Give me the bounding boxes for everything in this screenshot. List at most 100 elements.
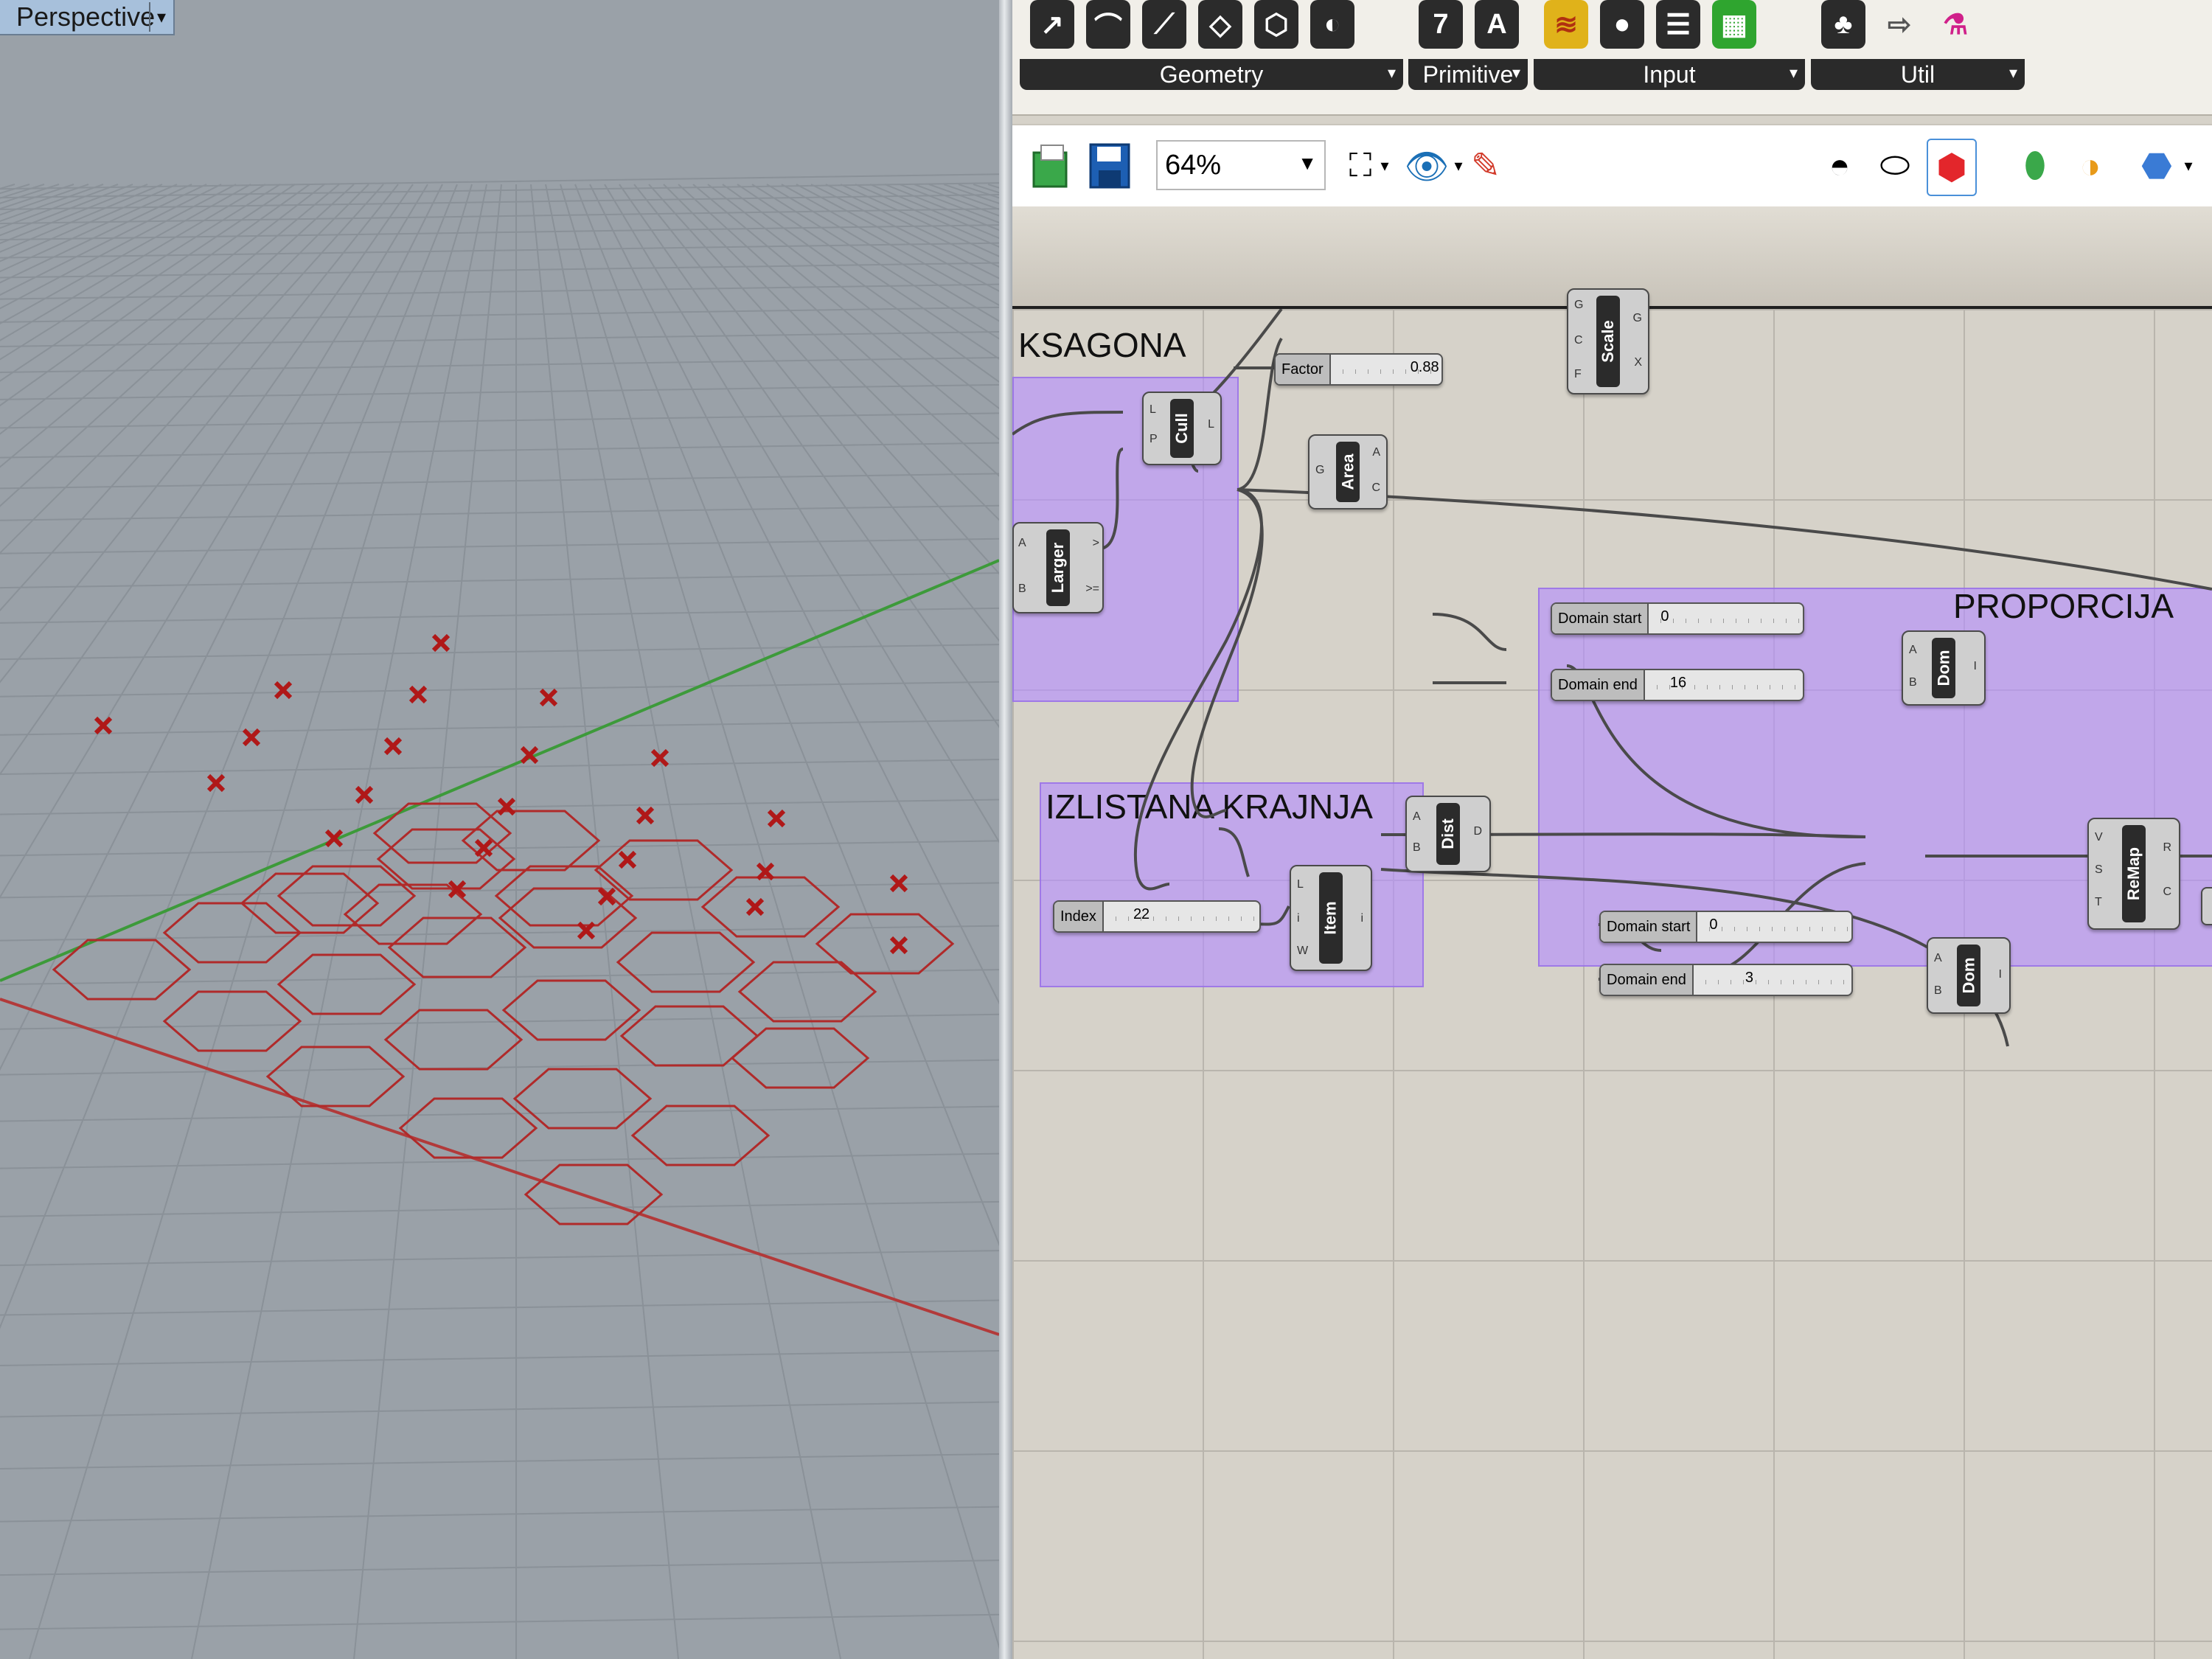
domain-component-2[interactable]: Dom A B I (1927, 937, 2011, 1014)
viewport-tab[interactable]: Perspective ▾ (0, 0, 175, 35)
tab-input[interactable]: ≋ ● ☰ ▦ Input ▾ (1534, 0, 1805, 92)
expand-icon[interactable]: ▾ (1388, 63, 1396, 83)
expand-icon[interactable]: ▾ (2009, 63, 2017, 83)
pin-a[interactable]: A (1934, 952, 1942, 965)
preview-off-icon[interactable]: ◓ (1816, 139, 1863, 193)
geometry-icon-3[interactable]: ⟋ (1142, 0, 1186, 49)
expand-icon[interactable]: ▾ (1512, 63, 1520, 83)
mesh-settings-icon[interactable]: ⬣ (2133, 139, 2180, 193)
domain-start-slider-1[interactable]: Domain start 0 (1551, 602, 1804, 635)
grasshopper-canvas[interactable]: KSAGONA IZLISTANA KRAJNJA PROPORCIJA Sca… (1012, 288, 2212, 1659)
grid-line (0, 925, 999, 942)
perspective-viewport[interactable]: Perspective ▾ (0, 0, 999, 1659)
item-component[interactable]: Item L i W i (1290, 865, 1372, 971)
larger-component[interactable]: Larger A B > >= (1012, 522, 1104, 613)
splitter[interactable] (999, 0, 1012, 1659)
open-icon[interactable] (1027, 139, 1074, 193)
pin-i-out[interactable]: I (1974, 660, 1977, 673)
index-slider[interactable]: Index 22 (1053, 900, 1261, 933)
pin-i[interactable]: i (1297, 912, 1300, 925)
pin-l-out[interactable]: L (1208, 418, 1214, 431)
viewport-dropdown-icon[interactable]: ▾ (149, 2, 173, 32)
pin-d-out[interactable]: D (1473, 825, 1482, 838)
pin-a[interactable]: A (1018, 537, 1026, 550)
pin-g-out[interactable]: G (1633, 312, 1642, 325)
pin-gt-out[interactable]: > (1093, 537, 1099, 550)
area-component[interactable]: Area G A C (1308, 434, 1388, 509)
scale-component[interactable]: Scale G C F G X (1567, 288, 1649, 394)
grasshopper-window: ↗ ⌒ ⟋ ◇ ⬡ ◐ Geometry ▾ 7 A Primitive ▾ ≋ ●… (1012, 0, 2212, 1659)
pin-gte-out[interactable]: >= (1085, 582, 1099, 596)
material-icon[interactable]: ◑ (2067, 139, 2114, 193)
grid-line (899, 184, 999, 223)
util-icon-1[interactable]: ♣ (1821, 0, 1865, 49)
pin-t[interactable]: T (2095, 896, 2102, 909)
geometry-icon-5[interactable]: ⬡ (1254, 0, 1298, 49)
geometry-icon-1[interactable]: ↗ (1030, 0, 1074, 49)
grid-line (707, 184, 999, 410)
pin-x-out[interactable]: X (1634, 356, 1642, 369)
cull-component[interactable]: Cull L P L (1142, 392, 1222, 465)
pin-g[interactable]: G (1315, 464, 1324, 477)
tab-util[interactable]: ♣ ⇨ ⚗ Util ▾ (1811, 0, 2025, 92)
pin-i-out[interactable]: i (1360, 912, 1363, 925)
slider-track[interactable]: 3 (1693, 965, 1851, 995)
zoom-select[interactable]: 64% ▼ (1156, 140, 1326, 190)
pin-b[interactable]: B (1909, 676, 1917, 689)
domain-component-1[interactable]: Dom A B I (1902, 630, 1986, 706)
tab-primitive[interactable]: 7 A Primitive ▾ (1408, 0, 1528, 92)
expand-icon[interactable]: ▾ (1790, 63, 1798, 83)
factor-slider[interactable]: Factor 0.88 (1274, 353, 1443, 386)
slider-track[interactable]: 16 (1644, 670, 1803, 700)
slider-track[interactable]: 0 (1697, 912, 1851, 942)
input-icon-4[interactable]: ▦ (1712, 0, 1756, 49)
input-icon-1[interactable]: ≋ (1544, 0, 1588, 49)
dist-component[interactable]: Dist A B D (1405, 796, 1491, 872)
tab-geometry[interactable]: ↗ ⌒ ⟋ ◇ ⬡ ◐ Geometry ▾ (1020, 0, 1403, 92)
primitive-icon-2[interactable]: A (1475, 0, 1519, 49)
input-icon-2[interactable]: ● (1600, 0, 1644, 49)
geometry-icon-2[interactable]: ⌒ (1086, 0, 1130, 49)
domain-end-slider-2[interactable]: Domain end 3 (1599, 964, 1853, 996)
pin-f[interactable]: F (1574, 368, 1582, 381)
input-icon-3[interactable]: ☰ (1656, 0, 1700, 49)
chevron-down-icon[interactable]: ▾ (1374, 139, 1396, 193)
pin-s[interactable]: S (2095, 863, 2103, 877)
geometry-icon-6[interactable]: ◐ (1310, 0, 1354, 49)
offscreen-component[interactable] (2201, 887, 2212, 925)
slider-track[interactable]: 0.88 (1330, 355, 1441, 384)
domain-end-slider-1[interactable]: Domain end 16 (1551, 669, 1804, 701)
chevron-down-icon[interactable]: ▾ (2177, 139, 2199, 193)
pin-c-out[interactable]: C (2163, 886, 2171, 899)
preview-shaded-icon[interactable]: ⬢ (1927, 139, 1977, 196)
pin-a-out[interactable]: A (1372, 446, 1380, 459)
pin-b[interactable]: B (1018, 582, 1026, 596)
pin-g[interactable]: G (1574, 299, 1583, 312)
pin-a[interactable]: A (1909, 644, 1917, 657)
domain-start-slider-2[interactable]: Domain start 0 (1599, 911, 1853, 943)
slider-track[interactable]: 22 (1103, 902, 1259, 931)
pin-l[interactable]: L (1150, 403, 1156, 417)
pin-p[interactable]: P (1150, 433, 1158, 446)
sketch-icon[interactable]: ✎ (1462, 139, 1509, 193)
pin-b[interactable]: B (1413, 841, 1421, 855)
util-icon-2[interactable]: ⇨ (1877, 0, 1921, 49)
slider-track[interactable]: 0 (1649, 604, 1803, 633)
pin-l[interactable]: L (1297, 878, 1304, 891)
pin-w[interactable]: W (1297, 945, 1308, 958)
pin-b[interactable]: B (1934, 984, 1942, 998)
pin-i-out[interactable]: I (1999, 968, 2002, 981)
selected-preview-icon[interactable]: ⬮ (2011, 139, 2059, 193)
preview-wire-icon[interactable]: ⬭ (1871, 139, 1919, 193)
util-icon-3[interactable]: ⚗ (1933, 0, 1978, 49)
pin-c-out[interactable]: C (1371, 481, 1380, 495)
pin-a[interactable]: A (1413, 810, 1421, 824)
pin-r-out[interactable]: R (2163, 841, 2171, 855)
remap-component[interactable]: ReMap V S T R C (2087, 818, 2180, 930)
geometry-icon-4[interactable]: ◇ (1198, 0, 1242, 49)
save-icon[interactable] (1086, 139, 1133, 193)
pin-v[interactable]: V (2095, 831, 2103, 844)
primitive-icon-1[interactable]: 7 (1419, 0, 1463, 49)
eye-icon[interactable]: 👁 (1403, 139, 1450, 193)
pin-c[interactable]: C (1574, 334, 1583, 347)
